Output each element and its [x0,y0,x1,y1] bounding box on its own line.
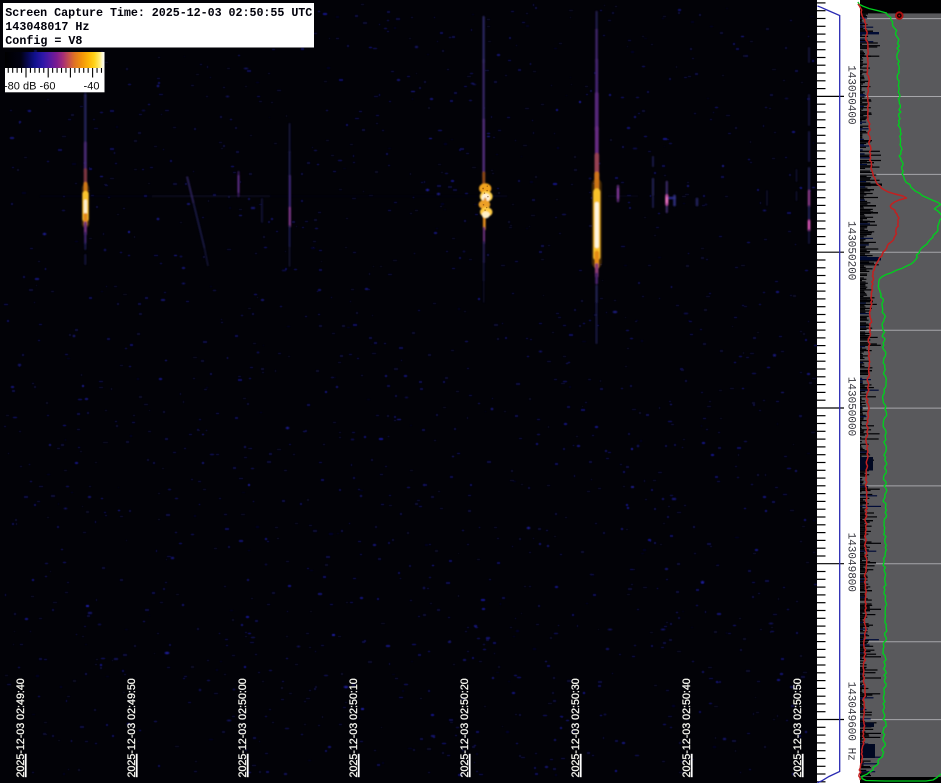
svg-text:143050200: 143050200 [844,221,856,280]
svg-text:-40: -40 [84,81,100,93]
svg-text:143050400: 143050400 [844,65,856,124]
svg-text:-60: -60 [40,81,56,93]
svg-text:2025-12-03 02:49:50: 2025-12-03 02:49:50 [126,678,138,777]
svg-text:143048017 Hz: 143048017 Hz [5,20,89,34]
svg-text:2025-12-03 02:50:10: 2025-12-03 02:50:10 [348,678,360,777]
svg-text:2025-12-03 02:50:30: 2025-12-03 02:50:30 [570,678,582,777]
svg-text:Screen Capture Time: 2025-12-0: Screen Capture Time: 2025-12-03 02:50:55… [5,6,312,20]
svg-text:143049600 Hz: 143049600 Hz [844,682,856,761]
svg-text:143049800: 143049800 [844,533,856,592]
svg-text:2025-12-03 02:50:00: 2025-12-03 02:50:00 [237,678,249,777]
svg-text:2025-12-03 02:50:20: 2025-12-03 02:50:20 [459,678,471,777]
svg-text:2025-12-03 02:50:40: 2025-12-03 02:50:40 [681,678,693,777]
svg-text:2025-12-03 02:50:50: 2025-12-03 02:50:50 [792,678,804,777]
svg-text:Config = V8: Config = V8 [5,34,82,48]
svg-text:143050000: 143050000 [844,377,856,436]
svg-text:2025-12-03 02:49:40: 2025-12-03 02:49:40 [15,678,27,777]
svg-text:-80 dB: -80 dB [4,81,36,93]
